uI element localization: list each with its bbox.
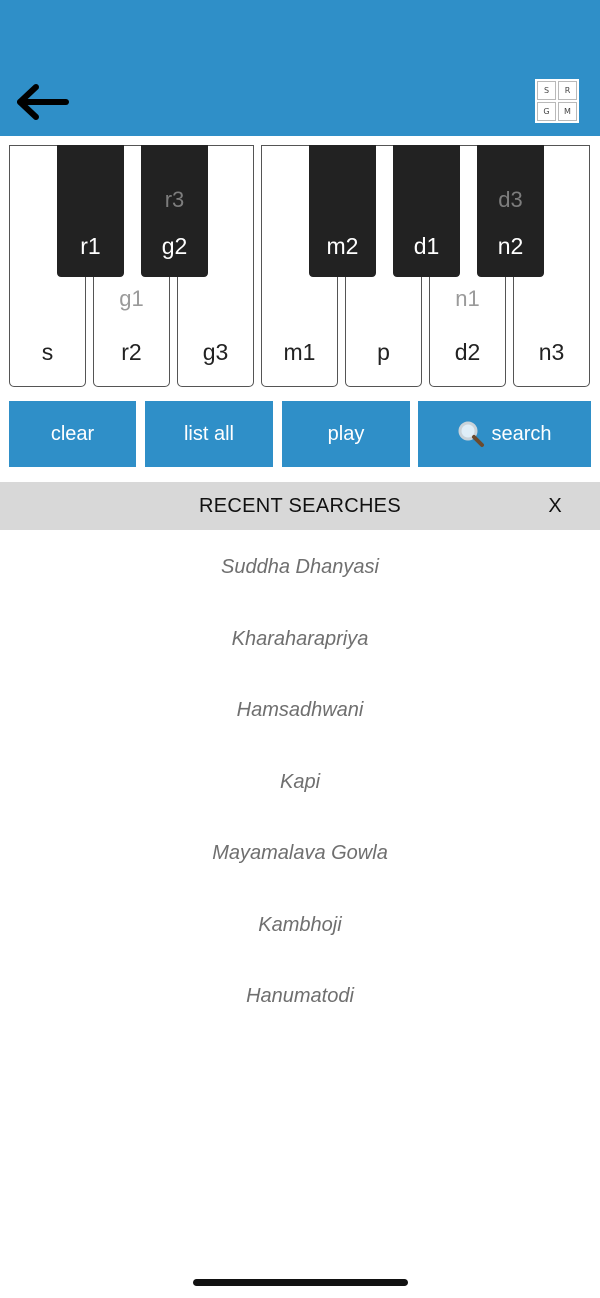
key-alt-label: n1 bbox=[455, 286, 480, 311]
recent-search-item[interactable]: Kharaharapriya bbox=[0, 603, 600, 675]
close-recent-button[interactable]: X bbox=[540, 482, 570, 530]
recent-search-item[interactable]: Kapi bbox=[0, 746, 600, 818]
recent-search-item[interactable]: Suddha Dhanyasi bbox=[0, 531, 600, 603]
key-label: n2 bbox=[497, 233, 524, 259]
recent-searches-header: RECENT SEARCHES X bbox=[0, 482, 600, 530]
swara-keyboard: s g1 r2 g3 m1 p n1 d2 n3 r1 r3 g2 m2 d1 … bbox=[0, 144, 600, 390]
clear-button[interactable]: clear bbox=[9, 401, 136, 467]
logo-letter: R bbox=[558, 81, 577, 100]
logo-letter: G bbox=[537, 102, 556, 121]
key-alt-label: g1 bbox=[119, 286, 144, 311]
key-label: d1 bbox=[413, 233, 440, 259]
back-button[interactable] bbox=[14, 82, 70, 122]
recent-search-item[interactable]: Kambhoji bbox=[0, 889, 600, 961]
recent-searches-title: RECENT SEARCHES bbox=[199, 495, 401, 517]
recent-search-item[interactable]: Hanumatodi bbox=[0, 960, 600, 1032]
play-button[interactable]: play bbox=[282, 401, 410, 467]
key-label: r1 bbox=[80, 233, 101, 259]
key-label: m1 bbox=[283, 339, 316, 365]
logo-letter: S bbox=[537, 81, 556, 100]
black-key-n2[interactable]: d3 n2 bbox=[477, 145, 544, 277]
logo-letter: M bbox=[558, 102, 577, 121]
magnifier-icon bbox=[458, 421, 485, 447]
key-label: s bbox=[41, 339, 54, 365]
black-key-r1[interactable]: r1 bbox=[57, 145, 124, 277]
key-alt-label: d3 bbox=[498, 187, 523, 212]
key-label: p bbox=[377, 339, 390, 365]
key-label: g3 bbox=[202, 339, 229, 365]
list-all-button-label: list all bbox=[183, 422, 234, 445]
key-alt-label: r3 bbox=[164, 187, 185, 212]
key-label: n3 bbox=[538, 339, 565, 365]
arrow-left-icon bbox=[17, 84, 69, 120]
app-header: S R G M bbox=[0, 0, 600, 136]
black-key-d1[interactable]: d1 bbox=[393, 145, 460, 277]
key-label: m2 bbox=[326, 233, 359, 259]
recent-search-item[interactable]: Hamsadhwani bbox=[0, 674, 600, 746]
recent-search-item[interactable]: Mayamalava Gowla bbox=[0, 817, 600, 889]
black-key-m2[interactable]: m2 bbox=[309, 145, 376, 277]
search-button[interactable]: search bbox=[418, 401, 591, 467]
recent-searches-list: Suddha Dhanyasi Kharaharapriya Hamsadhwa… bbox=[0, 531, 600, 1032]
key-label: d2 bbox=[454, 339, 481, 365]
key-label: r2 bbox=[121, 339, 142, 365]
play-button-label: play bbox=[327, 422, 365, 445]
list-all-button[interactable]: list all bbox=[145, 401, 273, 467]
search-button-label: search bbox=[491, 422, 552, 445]
black-key-g2[interactable]: r3 g2 bbox=[141, 145, 208, 277]
home-indicator[interactable] bbox=[193, 1279, 408, 1286]
app-logo[interactable]: S R G M bbox=[535, 79, 579, 123]
clear-button-label: clear bbox=[50, 422, 95, 445]
key-label: g2 bbox=[161, 233, 188, 259]
